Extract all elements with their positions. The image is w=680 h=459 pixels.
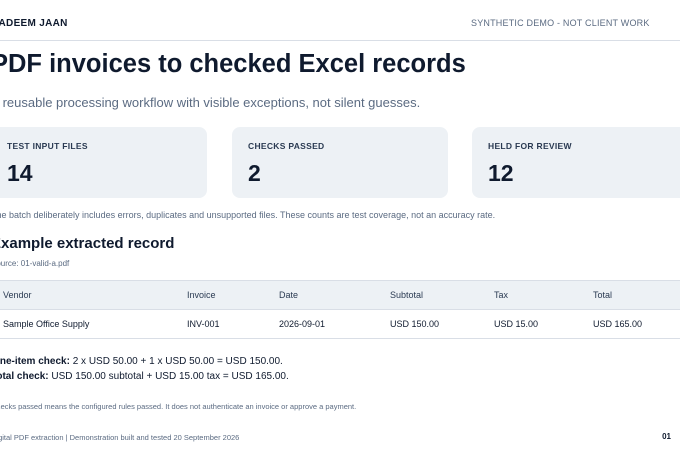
column-header-subtotal: Subtotal: [390, 280, 494, 310]
footer-text: Digital PDF extraction | Demonstration b…: [0, 433, 240, 442]
demo-tagline: SYNTHETIC DEMO - NOT CLIENT WORK: [471, 18, 650, 28]
page-title: PDF invoices to checked Excel records: [0, 50, 466, 78]
column-header-vendor: Vendor: [0, 280, 187, 310]
cell-vendor: Sample Office Supply: [0, 309, 187, 339]
cell-total: USD 165.00: [593, 309, 680, 339]
cell-invoice: INV-001: [187, 309, 279, 339]
card-test-input-files: TEST INPUT FILES 14: [0, 127, 207, 198]
column-header-date: Date: [279, 280, 390, 310]
page-header: NADEEM JAAN SYNTHETIC DEMO - NOT CLIENT …: [0, 0, 680, 41]
card-value: 2: [248, 160, 261, 186]
card-held-for-review: HELD FOR REVIEW 12: [472, 127, 680, 198]
cell-subtotal: USD 150.00: [390, 309, 494, 339]
card-label: TEST INPUT FILES: [7, 141, 88, 151]
cell-tax: USD 15.00: [494, 309, 593, 339]
document-page: NADEEM JAAN SYNTHETIC DEMO - NOT CLIENT …: [0, 0, 680, 459]
card-label: HELD FOR REVIEW: [488, 141, 572, 151]
table-row: Sample Office Supply INV-001 2026-09-01 …: [0, 309, 680, 339]
disclaimer: Checks passed means the configured rules…: [0, 402, 357, 411]
table-header-row: Vendor Invoice Date Subtotal Tax Total: [0, 280, 680, 310]
total-check-text: USD 150.00 subtotal + USD 15.00 tax = US…: [48, 371, 289, 382]
page-subtitle: A reusable processing workflow with visi…: [0, 95, 421, 110]
section-title: Example extracted record: [0, 235, 175, 252]
coverage-note: The batch deliberately includes errors, …: [0, 210, 496, 220]
line-item-check-label: Line-item check:: [0, 356, 70, 367]
card-checks-passed: CHECKS PASSED 2: [232, 127, 448, 198]
brand-name: NADEEM JAAN: [0, 18, 68, 29]
total-check-label: Total check:: [0, 371, 49, 382]
line-item-check-text: 2 x USD 50.00 + 1 x USD 50.00 = USD 150.…: [69, 356, 283, 367]
card-value: 12: [488, 160, 514, 186]
source-file: Source: 01-valid-a.pdf: [0, 259, 70, 268]
page-number: 01: [662, 432, 671, 441]
column-header-invoice: Invoice: [187, 280, 279, 310]
line-item-check: Line-item check: 2 x USD 50.00 + 1 x USD…: [0, 356, 283, 367]
column-header-total: Total: [593, 280, 680, 310]
card-label: CHECKS PASSED: [248, 141, 325, 151]
total-check: Total check: USD 150.00 subtotal + USD 1…: [0, 371, 289, 382]
card-value: 14: [7, 160, 33, 186]
column-header-tax: Tax: [494, 280, 593, 310]
record-table: Vendor Invoice Date Subtotal Tax Total S…: [0, 280, 680, 339]
cell-date: 2026-09-01: [279, 309, 390, 339]
